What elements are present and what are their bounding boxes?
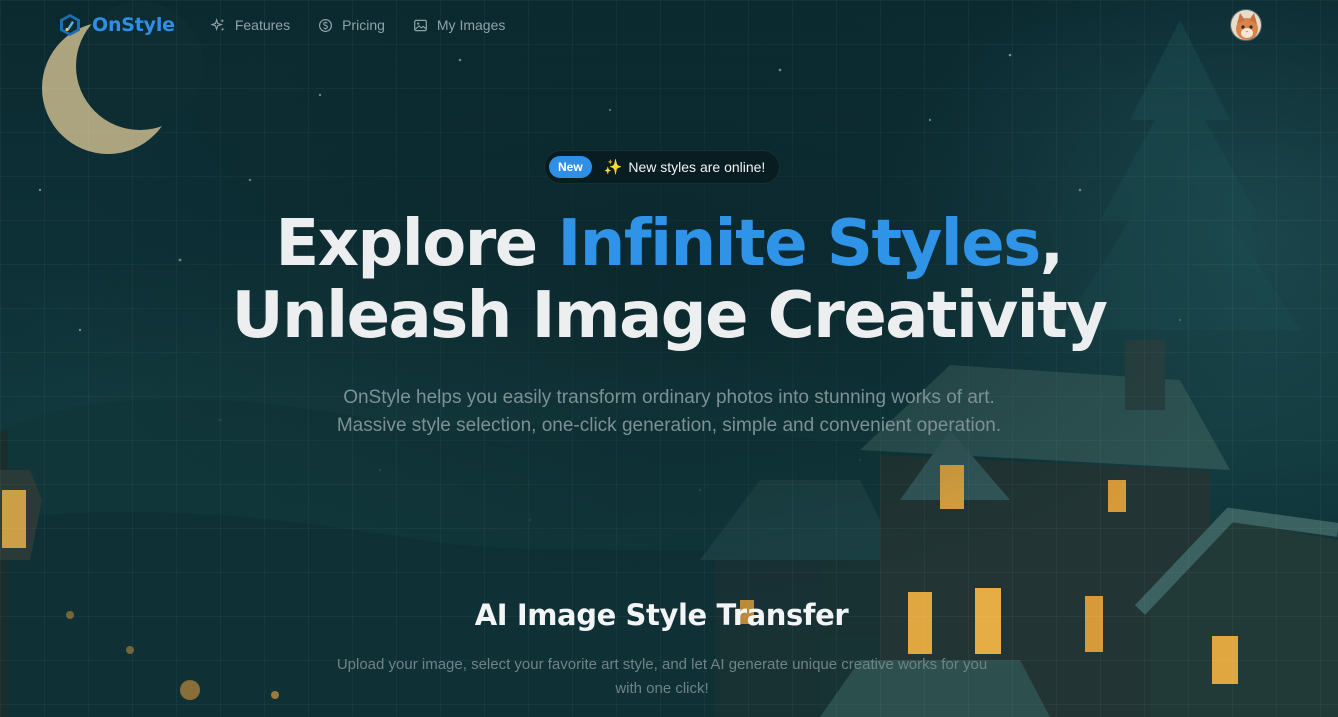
new-badge-pill: New	[549, 156, 592, 178]
top-navbar: OnStyle Features Pricing My Images	[0, 0, 1338, 50]
nav-features[interactable]: Features	[210, 17, 291, 33]
coin-icon	[319, 18, 333, 32]
announcement-label: New styles are online!	[628, 159, 766, 175]
sparkle-emoji-icon: ✨	[603, 159, 623, 176]
image-icon	[413, 19, 427, 31]
brand-logo-link[interactable]: OnStyle	[58, 13, 175, 37]
section-title: AI Image Style Transfer	[474, 598, 849, 632]
cat-avatar-icon	[1231, 10, 1261, 40]
user-avatar[interactable]	[1230, 9, 1262, 41]
hero-title-part1: Explore	[275, 207, 558, 281]
nav-pricing-label: Pricing	[342, 17, 385, 33]
hero-subtitle-line1: OnStyle helps you easily transform ordin…	[343, 387, 995, 408]
hero-title-comma: ,	[1039, 207, 1064, 281]
nav-pricing[interactable]: Pricing	[318, 17, 385, 33]
nav-my-images-label: My Images	[436, 17, 506, 33]
hero-title-accent: Infinite Styles	[557, 207, 1041, 281]
brand-logo-icon	[60, 14, 80, 36]
announcement-badge[interactable]: New ✨ New styles are online!	[544, 150, 781, 184]
announcement-text: ✨ New styles are online!	[604, 158, 766, 176]
section-description: Upload your image, select your favorite …	[336, 656, 988, 697]
brand-name: OnStyle	[92, 14, 175, 36]
hero-subtitle-line2: Massive style selection, one-click gener…	[336, 415, 1002, 436]
hero-subtitle: OnStyle helps you easily transform ordin…	[0, 384, 1338, 440]
hero-title-line2: Unleash Image Creativity	[231, 279, 1108, 353]
nav-features-label: Features	[234, 17, 291, 33]
nav-my-images[interactable]: My Images	[413, 17, 505, 33]
hero-title: Explore Infinite Styles, Unleash Image C…	[0, 208, 1338, 352]
sparkles-icon	[210, 17, 225, 31]
